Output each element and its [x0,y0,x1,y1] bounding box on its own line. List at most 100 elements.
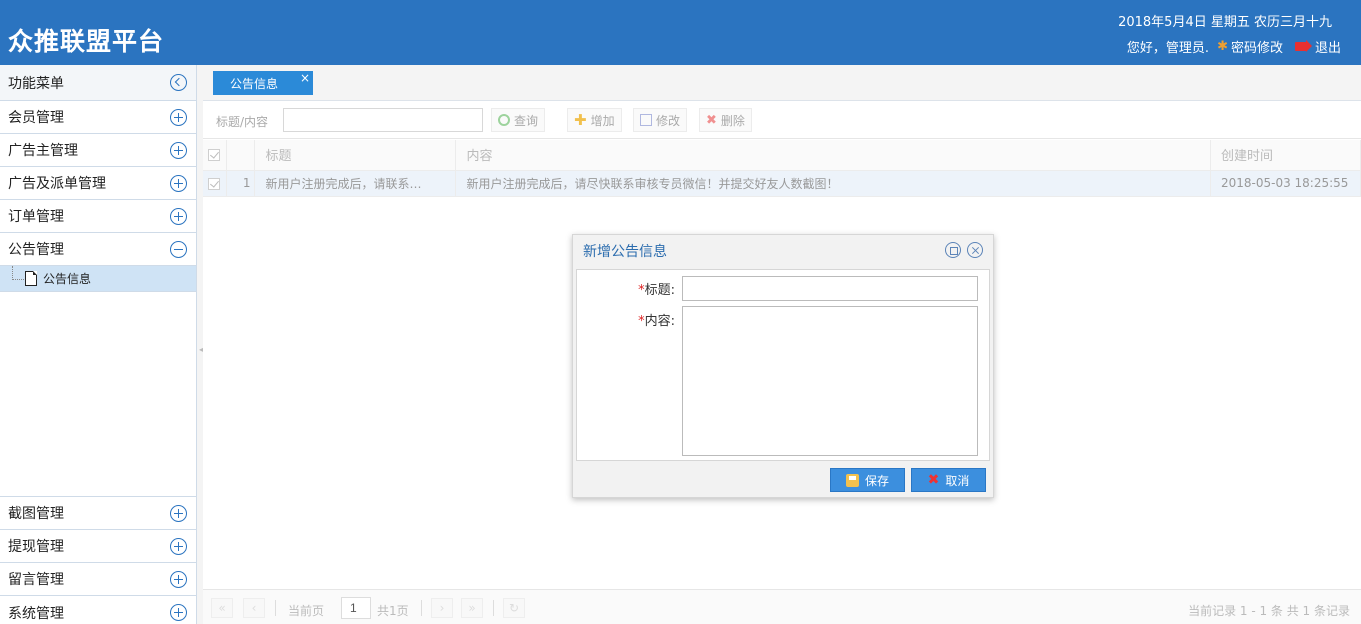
checkbox-icon [208,148,220,161]
content-textarea[interactable] [682,306,978,456]
announcement-table: 标题 内容 创建时间 1 新用户注册完成后，请联系… 新用户注册完成后，请尽快联… [203,140,1361,197]
maximize-icon[interactable] [945,242,961,258]
header-links: 您好，管理员. ✱ 密码修改 退出 [1127,37,1341,56]
save-icon [845,473,859,487]
next-page-button[interactable]: › [431,598,453,618]
save-button[interactable]: 保存 [830,468,905,492]
select-all-checkbox[interactable] [203,140,228,171]
expand-icon [170,604,187,621]
add-button[interactable]: ✚ 增加 [567,108,622,132]
brand-title: 众推联盟平台 [8,27,165,56]
column-header-created[interactable]: 创建时间 [1210,140,1361,171]
expand-icon [170,570,187,588]
cancel-button[interactable]: ✖ 取消 [911,468,986,492]
sidebar-item-advertisers[interactable]: 广告主管理 [0,134,196,167]
sidebar-item-label: 留言管理 [8,572,64,588]
app-header: 众推联盟平台 2018年5月4日 星期五 农历三月十九 您好，管理员. ✱ 密码… [0,0,1361,65]
sidebar-item-label: 提现管理 [8,539,64,555]
cell-title: 新用户注册完成后，请联系… [254,170,457,197]
logout-link[interactable]: 退出 [1294,37,1341,56]
file-icon [25,271,37,286]
add-announcement-dialog: 新增公告信息 *标题: *内容: 保存 ✖ 取消 [572,234,994,498]
cell-created: 2018-05-03 18:25:55 [1210,170,1361,197]
sidebar-subitem-announcement-info[interactable]: 公告信息 [0,265,196,292]
sidebar-item-ads-dispatch[interactable]: 广告及派单管理 [0,167,196,200]
cancel-icon: ✖ [927,472,940,488]
query-label: 查询 [514,113,539,128]
tab-label: 公告信息 [230,77,279,91]
search-input[interactable] [283,108,483,132]
edit-button[interactable]: 修改 [633,108,688,132]
last-page-button[interactable]: » [461,598,483,618]
record-summary: 当前记录 1 - 1 条 共 1 条记录 [1188,604,1350,618]
expand-icon [170,537,187,555]
refresh-button[interactable]: ↻ [503,598,525,618]
sidebar-item-orders[interactable]: 订单管理 [0,200,196,233]
cancel-label: 取消 [945,473,970,488]
column-header-content[interactable]: 内容 [455,140,1211,171]
toolbar: 标题/内容 查询 ✚ 增加 修改 ✖ 删除 [203,101,1361,139]
sidebar: 功能菜单 会员管理 广告主管理 广告及派单管理 订单管理 公告管理 公告信息 截… [0,65,197,624]
current-page-label: 当前页 [288,604,325,618]
pagination-bar: « ‹ 当前页 共1页 › » ↻ 当前记录 1 - 1 条 共 1 条记录 [203,589,1361,624]
tab-announcement-info[interactable]: 公告信息 × [213,71,313,95]
row-number: 1 [226,170,256,197]
cell-content: 新用户注册完成后，请尽快联系审核专员微信！并提交好友人数截图！ [455,170,1211,197]
sidebar-bottom-group: 截图管理 提现管理 留言管理 系统管理 [0,496,196,624]
delete-icon: ✖ [706,112,717,128]
title-field-label: *标题: [638,279,675,298]
sidebar-item-announcements[interactable]: 公告管理 [0,233,196,266]
search-icon [498,114,510,126]
row-number-header [226,140,256,171]
prev-page-button[interactable]: ‹ [243,598,265,618]
expand-icon [170,108,187,126]
content-label-text: 内容: [644,314,675,329]
delete-button[interactable]: ✖ 删除 [699,108,752,132]
total-pages-label: 共1页 [377,604,409,618]
row-checkbox[interactable] [203,170,228,197]
edit-label: 修改 [656,113,681,128]
first-page-button[interactable]: « [211,598,233,618]
title-label-text: 标题: [644,283,675,298]
sidebar-header: 功能菜单 [0,65,196,101]
sidebar-item-screenshots[interactable]: 截图管理 [0,497,196,530]
sidebar-item-system[interactable]: 系统管理 [0,596,196,624]
column-header-title[interactable]: 标题 [254,140,457,171]
close-icon[interactable] [967,242,983,258]
table-header-row: 标题 内容 创建时间 [203,140,1361,171]
dialog-title: 新增公告信息 [583,244,667,260]
table-row[interactable]: 1 新用户注册完成后，请联系… 新用户注册完成后，请尽快联系审核专员微信！并提交… [203,170,1361,197]
dialog-form: *标题: *内容: [576,269,990,461]
gear-icon: ✱ [1217,39,1228,54]
tab-close-icon[interactable]: × [300,71,310,85]
sidebar-item-label: 广告及派单管理 [8,176,106,192]
sidebar-item-messages[interactable]: 留言管理 [0,563,196,596]
save-label: 保存 [864,473,889,488]
content-field-label: *内容: [638,310,675,329]
expand-icon [170,174,187,192]
query-button[interactable]: 查询 [491,108,546,132]
expand-icon [170,207,187,225]
tree-line-icon [12,265,24,280]
sidebar-item-withdrawals[interactable]: 提现管理 [0,530,196,563]
plus-icon: ✚ [574,110,587,129]
logout-icon [1294,40,1312,52]
greeting-text: 您好，管理员. [1126,41,1210,56]
change-password-link[interactable]: ✱ 密码修改 [1217,37,1283,56]
sidebar-item-label: 公告管理 [8,242,64,258]
collapse-sidebar-icon[interactable] [170,74,187,91]
sidebar-item-label: 订单管理 [8,209,64,225]
pager-separator [493,600,494,616]
title-input[interactable] [682,276,978,301]
pager-separator [275,600,276,616]
page-number-input[interactable] [341,597,371,619]
expand-icon [170,141,187,159]
dialog-titlebar: 新增公告信息 [573,235,993,267]
expand-icon [170,504,187,522]
sidebar-item-members[interactable]: 会员管理 [0,101,196,134]
search-label: 标题/内容 [216,115,269,129]
pager-separator [421,600,422,616]
sidebar-item-label: 广告主管理 [8,143,78,159]
checkbox-icon [208,177,220,190]
logout-label: 退出 [1314,41,1341,56]
